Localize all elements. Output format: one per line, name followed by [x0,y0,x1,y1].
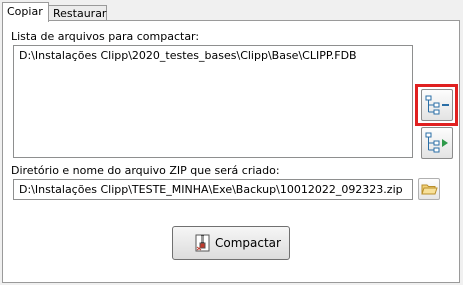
add-files-button[interactable] [421,89,453,121]
files-list-label: Lista de arquivos para compactar: [11,30,200,43]
tab-restaurar-label: Restaurar [53,7,107,20]
zip-path-field[interactable]: D:\Instalações Clipp\TESTE_MINHA\Exe\Bac… [13,179,413,200]
browse-folder-button[interactable] [418,178,440,200]
tab-copiar-label: Copiar [7,5,43,18]
list-item[interactable]: D:\Instalações Clipp\2020_testes_bases\C… [19,49,357,62]
zip-path-label: Diretório e nome do arquivo ZIP que será… [11,164,280,177]
tree-add-icon [425,95,449,115]
tab-restaurar[interactable]: Restaurar [48,5,107,21]
tree-move-icon [425,132,448,153]
move-files-button[interactable] [421,127,453,159]
compactar-button-label: Compactar [215,236,281,250]
tab-copiar[interactable]: Copiar [2,2,49,22]
compactar-button[interactable]: Compactar [172,226,290,260]
files-listbox[interactable]: D:\Instalações Clipp\2020_testes_bases\C… [13,45,413,158]
tab-panel-copiar: Lista de arquivos para compactar: D:\Ins… [2,20,460,283]
zip-archive-icon [195,234,210,252]
folder-icon [421,184,438,195]
